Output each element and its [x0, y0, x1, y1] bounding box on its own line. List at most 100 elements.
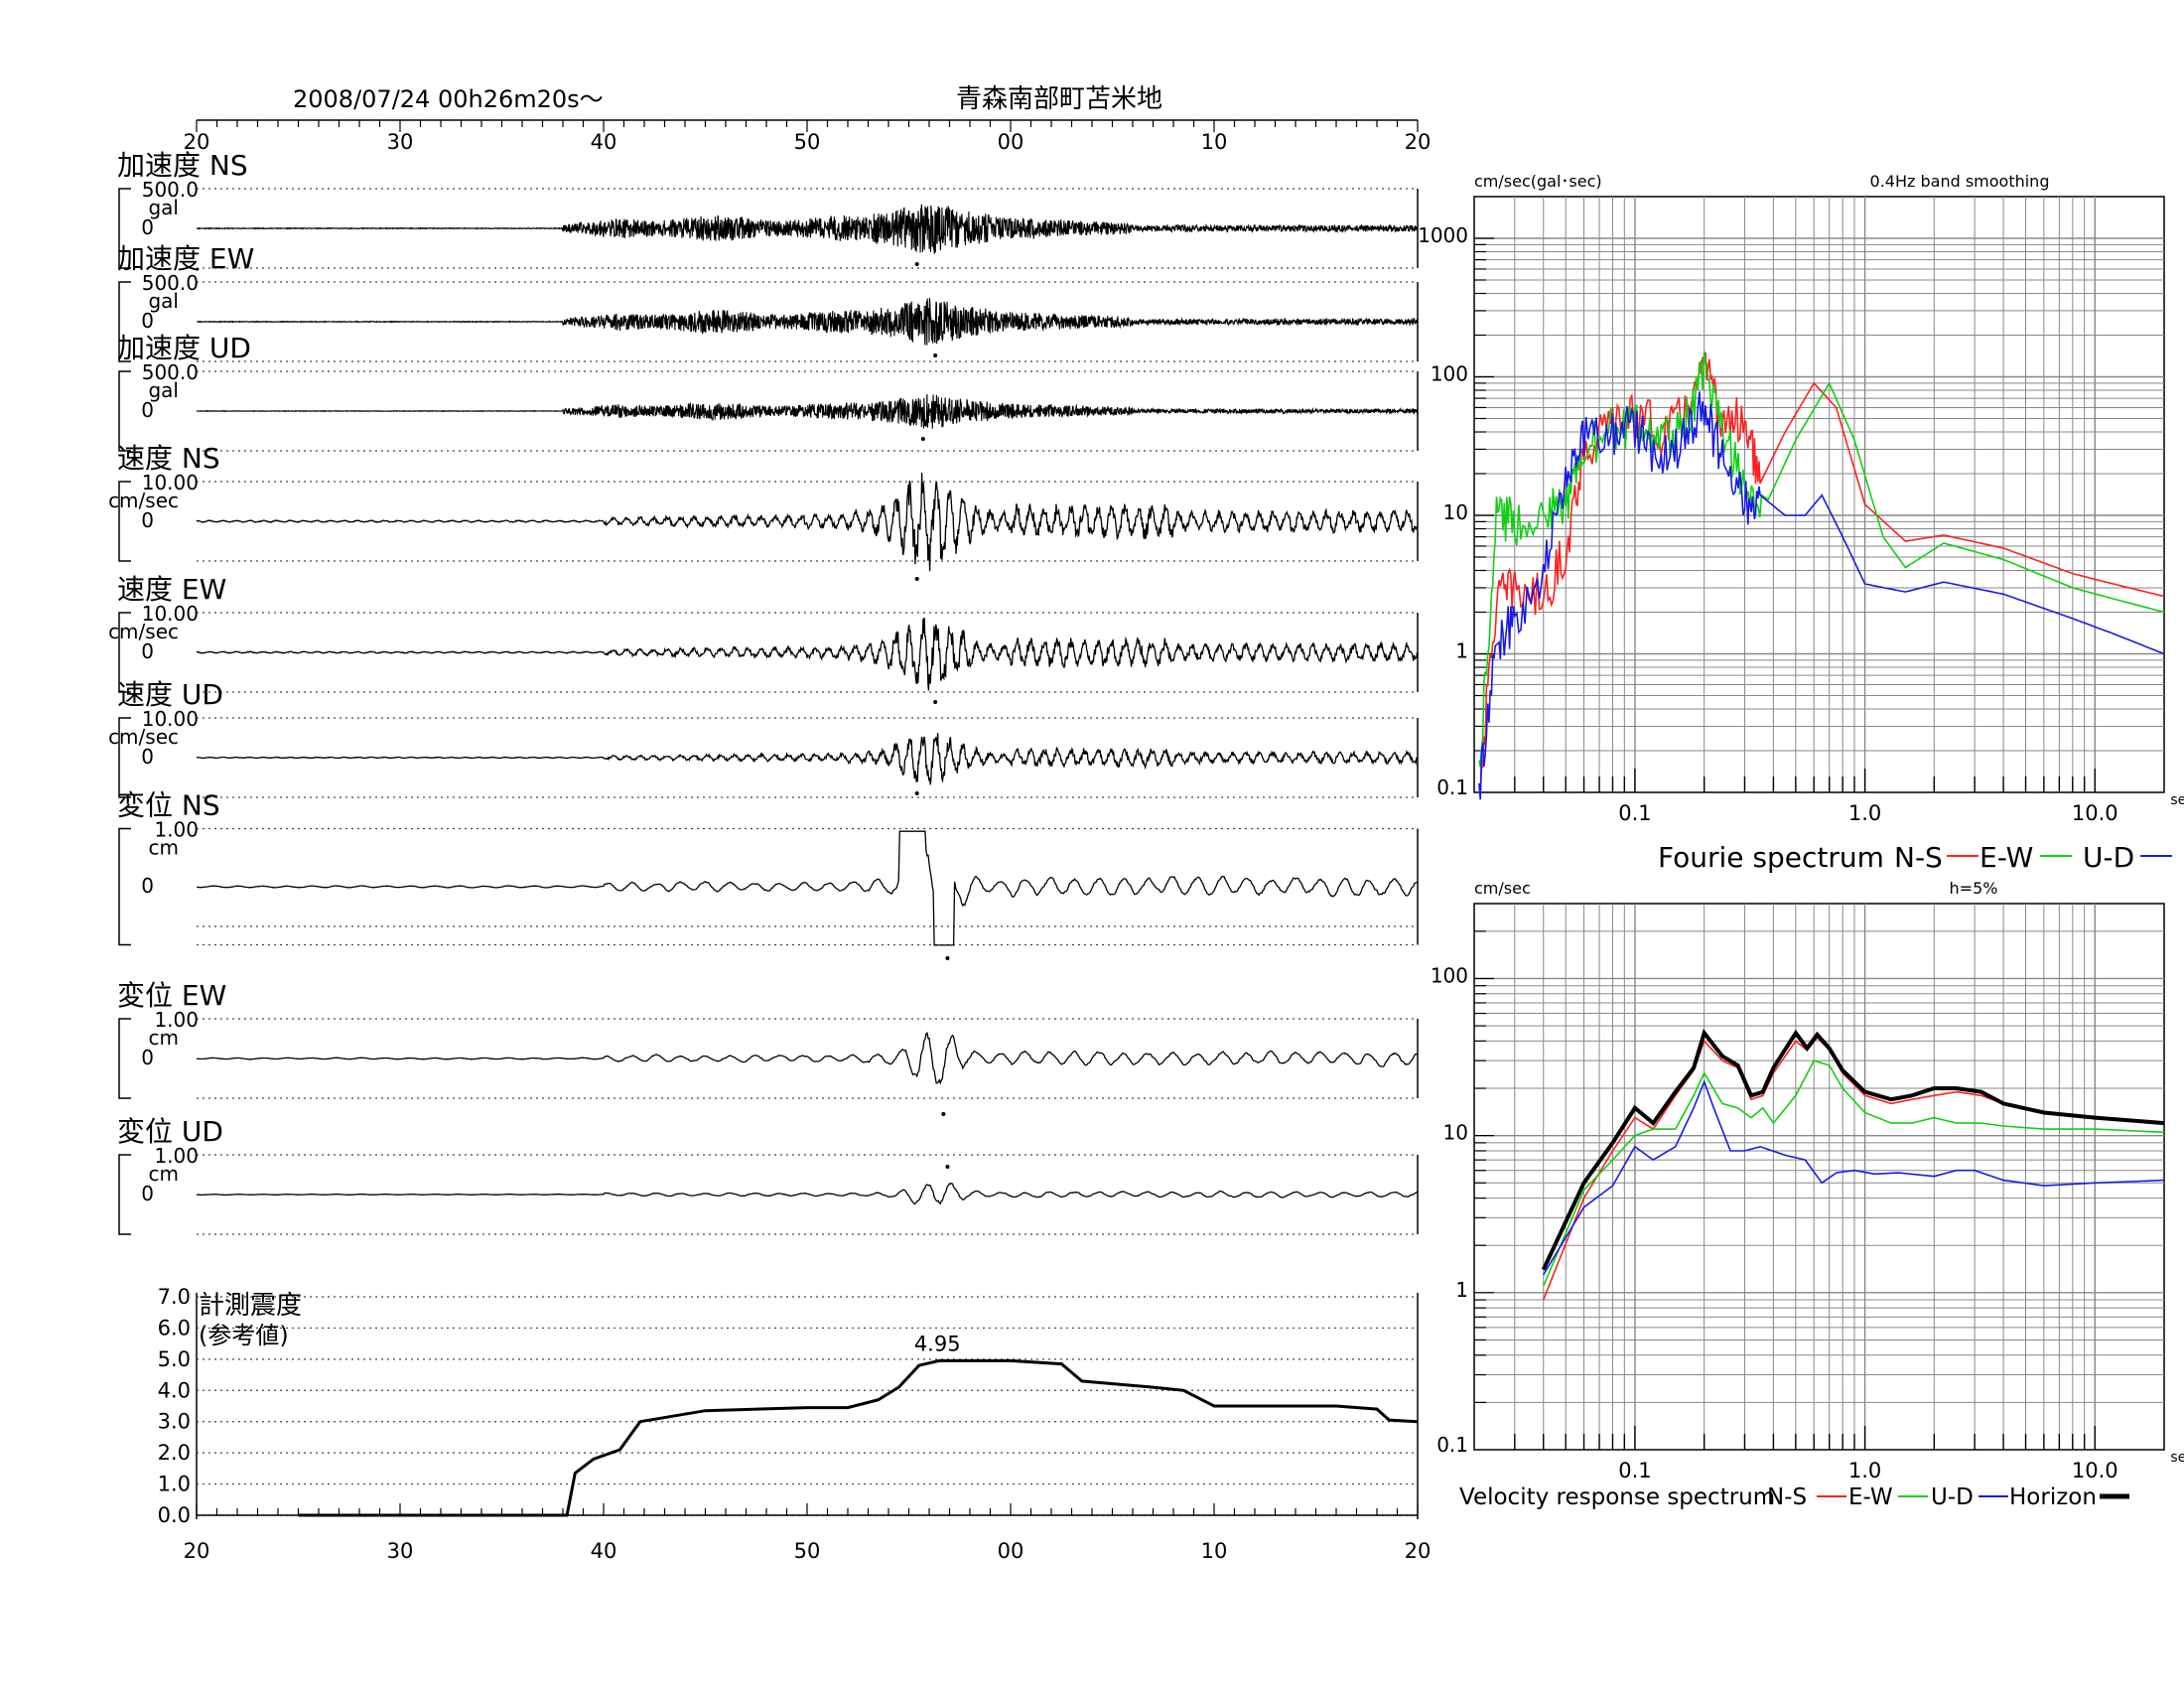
peak-marker [914, 791, 919, 795]
panel-scale-bracket [118, 827, 131, 946]
waveform-trace [197, 204, 1419, 254]
spectrum-x-tick-label: 1.0 [1848, 801, 1881, 825]
station-name: 青森南部町苫米地 [956, 84, 1162, 114]
time-axis-top-tick-label: 40 [591, 130, 617, 154]
intensity-y-tick-label: 0.0 [158, 1503, 191, 1527]
spectrum-x-tick-label: 1.0 [1848, 1459, 1881, 1482]
fourier-legend-label: E-W [1979, 841, 2033, 874]
waveform-trace [196, 830, 1419, 946]
panel-scale-bracket [118, 1018, 131, 1099]
intensity-x-tick-label: 40 [591, 1539, 617, 1563]
intensity-x-tick-label: 20 [1405, 1539, 1432, 1563]
peak-marker [914, 577, 919, 581]
waveform-panel: 変位 NS1.00cm0 [117, 789, 1419, 960]
response-legend-label: N-S [1767, 1484, 1807, 1510]
spectrum-series-e-w [1542, 1059, 2165, 1287]
spectrum-series-horizon [1541, 1029, 2165, 1271]
waveform-trace [196, 472, 1418, 572]
spectrum-y-tick-label: 0.1 [1436, 776, 1468, 799]
response-legend-label: E-W [1848, 1484, 1893, 1510]
spectrum-x-tick-label: 0.1 [1618, 801, 1651, 825]
peak-marker [933, 353, 938, 357]
waveform-trace [196, 1032, 1419, 1085]
spectrum-x-tick-label: 0.1 [1618, 1459, 1651, 1482]
velocity-response-plot: 0.1 1.0 10.0 sec 100 10 1 0.1 cm/sec h=5% Velocity… [1431, 879, 2184, 1510]
spectrum-y-tick-label: 0.1 [1436, 1433, 1468, 1457]
spectrum-y-tick-label: 100 [1431, 361, 1468, 385]
spectrum-y-tick-label: 1 [1455, 638, 1468, 662]
peak-marker [945, 1165, 950, 1169]
spectrum-y-unit: cm/sec [1474, 879, 1531, 898]
intensity-y-tick-label: 7.0 [158, 1285, 191, 1309]
seismogram-report: 2008/07/24 00h26m20s～ 青森南部町苫米地 20 30 40 50 0… [0, 0, 2184, 1688]
peak-marker [914, 262, 919, 266]
spectrum-x-unit: sec [2170, 1450, 2184, 1466]
waveform-panel: 加速度 EW500.0gal0 [117, 242, 1419, 362]
intensity-x-tick-label: 30 [387, 1539, 414, 1563]
intensity-x-tick-label: 20 [184, 1539, 210, 1563]
waveform-panel: 変位 UD1.00cm0 [117, 1115, 1419, 1235]
panel-zero-label: 0 [141, 874, 154, 898]
waveform-panel: 速度 NS10.00cm/sec0 [108, 442, 1419, 581]
spectrum-series-n-s [1542, 1036, 2165, 1301]
fourier-spectrum-plot: 0.1 1.0 10.0 sec 1000 100 10 1 0.1 cm/sec(gal･sec… [1418, 172, 2184, 874]
intensity-y-tick-label: 5.0 [158, 1347, 191, 1371]
spectrum-x-tick-label: 10.0 [2072, 1459, 2118, 1482]
spectrum-y-unit: cm/sec(gal･sec) [1474, 172, 1602, 191]
panel-zero-label: 0 [141, 309, 154, 333]
fourier-title: Fourie spectrum [1658, 841, 1884, 874]
spectrum-x-unit: sec [2170, 792, 2184, 808]
peak-marker [933, 700, 938, 704]
spectrum-y-tick-label: 10 [1443, 500, 1468, 524]
response-title: Velocity response spectrum [1459, 1484, 1775, 1510]
record-datetime: 2008/07/24 00h26m20s～ [293, 85, 604, 113]
waveform-panel: 加速度 NS500.0gal0 [117, 149, 1419, 269]
seismic-intensity-plot: 7.0 6.0 5.0 4.0 3.0 2.0 1.0 0.0 計測震度(参考値) 4.95 20 3… [158, 1285, 1432, 1563]
spectrum-note: h=5% [1950, 879, 1998, 898]
intensity-subtitle: (参考値) [199, 1322, 289, 1349]
response-legend-label: U-D [1931, 1484, 1974, 1510]
intensity-peak-label: 4.95 [914, 1332, 961, 1355]
panel-zero-label: 0 [141, 398, 154, 422]
spectrum-y-tick-label: 100 [1431, 963, 1468, 987]
waveform-panels: 20 30 40 50 00 10 20加速度 NS500.0gal0加速度 EW500.0… [108, 119, 1432, 1235]
spectrum-x-tick-label: 10.0 [2072, 801, 2118, 825]
intensity-x-tick-label: 50 [794, 1539, 821, 1563]
panel-zero-label: 0 [141, 745, 154, 769]
waveform-panel: 加速度 UD500.0gal0 [117, 332, 1419, 452]
panel-zero-label: 0 [141, 1046, 154, 1069]
waveform-trace [196, 1182, 1419, 1205]
time-axis-top-tick-label: 10 [1201, 130, 1228, 154]
spectrum-series-e-w [1478, 351, 2165, 768]
intensity-y-tick-label: 3.0 [158, 1410, 191, 1434]
intensity-x-tick-label: 10 [1201, 1539, 1228, 1563]
waveform-panel: 速度 EW10.00cm/sec0 [108, 573, 1419, 704]
time-axis-top-tick-label: 50 [794, 130, 821, 154]
panel-unit: cm [149, 836, 179, 860]
report-svg: 2008/07/24 00h26m20s～ 青森南部町苫米地 20 30 40 50 0… [108, 84, 2184, 1563]
waveform-trace [196, 617, 1419, 691]
panel-scale-bracket [118, 1154, 131, 1235]
time-axis-top-tick-label: 20 [1405, 130, 1432, 154]
spectrum-y-tick-label: 10 [1443, 1121, 1468, 1145]
time-axis-top-tick-label: 30 [387, 130, 414, 154]
waveform-panel: 速度 UD10.00cm/sec0 [108, 678, 1419, 798]
panel-scale-bracket [118, 370, 131, 452]
spectrum-y-tick-label: 1000 [1418, 223, 1468, 247]
intensity-title: 計測震度 [199, 1291, 302, 1321]
peak-marker [945, 956, 950, 960]
intensity-y-tick-label: 1.0 [158, 1473, 191, 1496]
intensity-x-tick-label: 00 [998, 1539, 1024, 1563]
intensity-y-tick-label: 4.0 [158, 1378, 191, 1402]
peak-marker [920, 437, 925, 441]
response-legend-label: Horizon [2009, 1484, 2097, 1510]
panel-zero-label: 0 [141, 508, 154, 532]
spectrum-y-tick-label: 1 [1455, 1278, 1468, 1302]
waveform-trace [196, 733, 1418, 785]
intensity-y-tick-label: 6.0 [158, 1316, 191, 1340]
intensity-line [298, 1358, 1419, 1517]
waveform-trace [196, 393, 1419, 429]
waveform-trace [196, 298, 1419, 346]
spectrum-note: 0.4Hz band smoothing [1870, 172, 2050, 191]
time-axis-top-tick-label: 00 [998, 130, 1024, 154]
